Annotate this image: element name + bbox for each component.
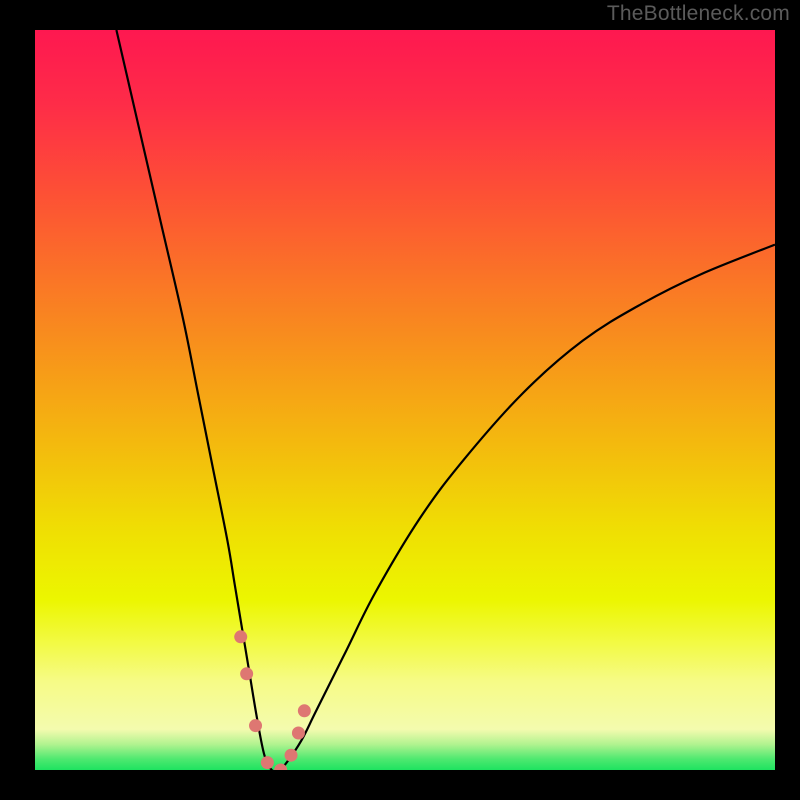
data-marker bbox=[298, 704, 311, 717]
data-marker bbox=[261, 756, 274, 769]
watermark-text: TheBottleneck.com bbox=[607, 2, 790, 26]
plot-area bbox=[35, 30, 775, 770]
data-marker bbox=[240, 667, 253, 680]
chart-svg bbox=[35, 30, 775, 770]
data-marker bbox=[234, 630, 247, 643]
gradient-bg bbox=[35, 30, 775, 770]
data-marker bbox=[285, 749, 298, 762]
data-marker bbox=[249, 719, 262, 732]
data-marker bbox=[292, 727, 305, 740]
chart-container: TheBottleneck.com bbox=[0, 0, 800, 800]
